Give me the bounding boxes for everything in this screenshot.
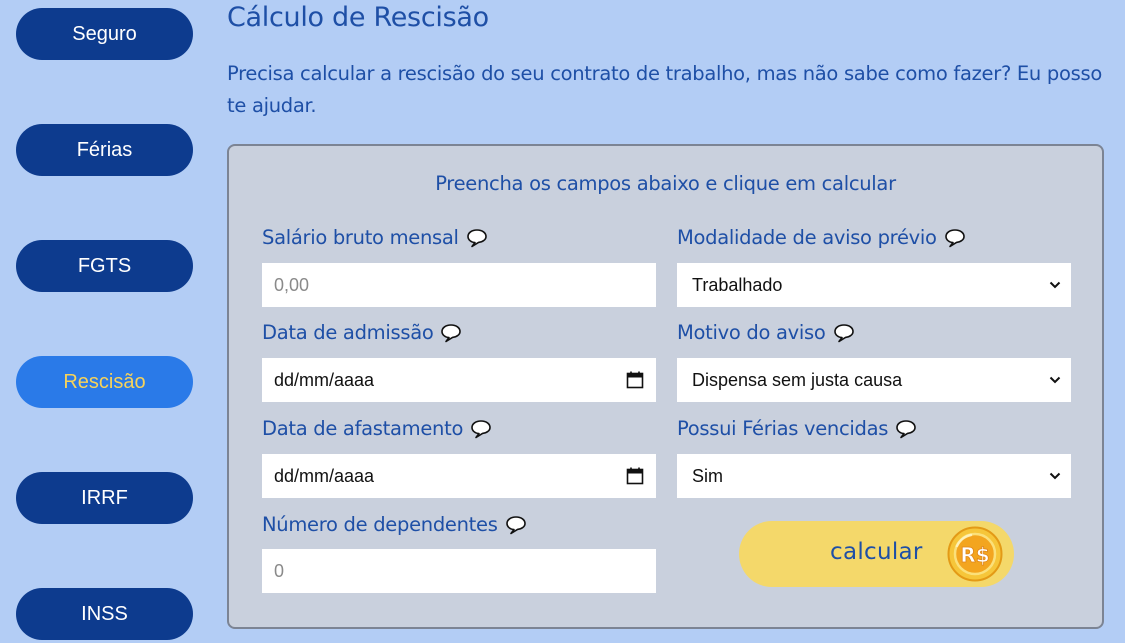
speech-bubble-icon[interactable] bbox=[470, 419, 492, 439]
sidebar-item-inss[interactable]: INSS bbox=[16, 588, 193, 640]
ferias-vencidas-label-text: Possui Férias vencidas bbox=[677, 417, 889, 440]
calendar-icon[interactable] bbox=[626, 371, 644, 389]
calcular-button-label: calcular bbox=[830, 539, 923, 565]
chevron-down-icon bbox=[1049, 376, 1061, 384]
speech-bubble-icon[interactable] bbox=[440, 323, 462, 343]
sidebar-item-rescisao[interactable]: Rescisão bbox=[16, 356, 193, 408]
coin-text: R$ bbox=[960, 543, 989, 567]
sidebar-item-fgts[interactable]: FGTS bbox=[16, 240, 193, 292]
salario-label: Salário bruto mensal bbox=[262, 226, 488, 249]
aviso-motivo-label: Motivo do aviso bbox=[677, 321, 855, 344]
calendar-icon[interactable] bbox=[626, 467, 644, 485]
page-title: Cálculo de Rescisão bbox=[227, 2, 489, 33]
dependentes-label-text: Número de dependentes bbox=[262, 513, 498, 536]
afastamento-value: dd/mm/aaaa bbox=[274, 465, 375, 486]
aviso-motivo-select[interactable]: Dispensa sem justa causa bbox=[677, 358, 1071, 402]
sidebar-item-irrf[interactable]: IRRF bbox=[16, 472, 193, 524]
dependentes-placeholder: 0 bbox=[274, 560, 285, 581]
intro-text: Precisa calcular a rescisão do seu contr… bbox=[227, 62, 1102, 117]
admissao-label-text: Data de admissão bbox=[262, 321, 434, 344]
sidebar-nav: Seguro Férias FGTS Rescisão IRRF INSS bbox=[0, 0, 210, 643]
dependentes-input[interactable]: 0 bbox=[262, 549, 656, 593]
speech-bubble-icon[interactable] bbox=[466, 228, 488, 248]
afastamento-label: Data de afastamento bbox=[262, 417, 492, 440]
aviso-motivo-label-text: Motivo do aviso bbox=[677, 321, 826, 344]
chevron-down-icon bbox=[1049, 281, 1061, 289]
aviso-motivo-selected: Dispensa sem justa causa bbox=[692, 369, 903, 390]
admissao-value: dd/mm/aaaa bbox=[274, 369, 375, 390]
calcular-button[interactable]: calcular R$ bbox=[739, 521, 1014, 587]
ferias-vencidas-label: Possui Férias vencidas bbox=[677, 417, 917, 440]
salario-placeholder: 0,00 bbox=[274, 274, 310, 295]
speech-bubble-icon[interactable] bbox=[944, 228, 966, 248]
speech-bubble-icon[interactable] bbox=[505, 515, 527, 535]
chevron-down-icon bbox=[1049, 472, 1061, 480]
aviso-modalidade-label-text: Modalidade de aviso prévio bbox=[677, 226, 937, 249]
sidebar-item-ferias[interactable]: Férias bbox=[16, 124, 193, 176]
ferias-vencidas-selected: Sim bbox=[692, 465, 723, 486]
salario-input[interactable]: 0,00 bbox=[262, 263, 656, 307]
ferias-vencidas-select[interactable]: Sim bbox=[677, 454, 1071, 498]
coin-icon: R$ bbox=[947, 526, 1003, 582]
afastamento-label-text: Data de afastamento bbox=[262, 417, 464, 440]
afastamento-date-input[interactable]: dd/mm/aaaa bbox=[262, 454, 656, 498]
aviso-modalidade-select[interactable]: Trabalhado bbox=[677, 263, 1071, 307]
speech-bubble-icon[interactable] bbox=[895, 419, 917, 439]
sidebar-item-seguro[interactable]: Seguro bbox=[16, 8, 193, 60]
aviso-modalidade-label: Modalidade de aviso prévio bbox=[677, 226, 966, 249]
speech-bubble-icon[interactable] bbox=[833, 323, 855, 343]
aviso-modalidade-selected: Trabalhado bbox=[692, 274, 783, 295]
form-heading: Preencha os campos abaixo e clique em ca… bbox=[435, 172, 896, 195]
admissao-date-input[interactable]: dd/mm/aaaa bbox=[262, 358, 656, 402]
dependentes-label: Número de dependentes bbox=[262, 513, 527, 536]
admissao-label: Data de admissão bbox=[262, 321, 462, 344]
calculator-form-panel: Preencha os campos abaixo e clique em ca… bbox=[227, 144, 1104, 629]
salario-label-text: Salário bruto mensal bbox=[262, 226, 459, 249]
